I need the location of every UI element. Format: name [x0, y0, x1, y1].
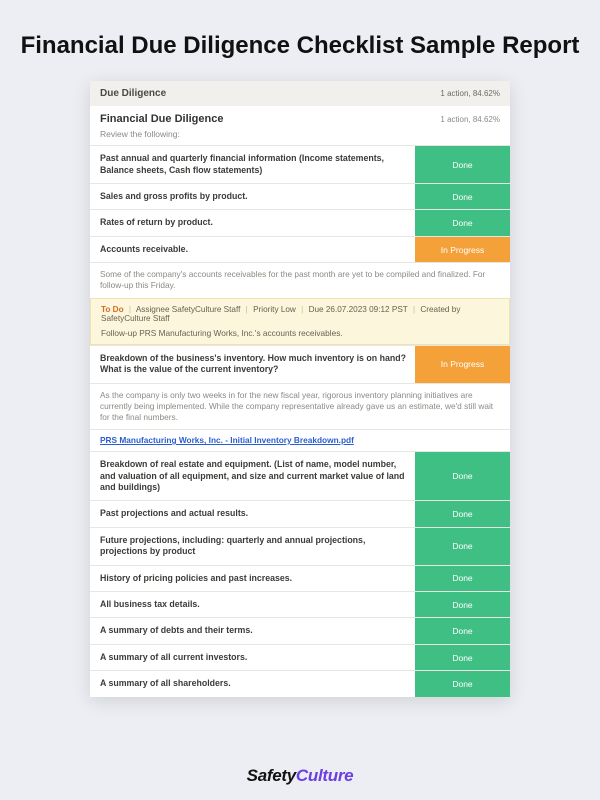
- footer: SafetyCulture: [247, 750, 354, 800]
- status-badge: Done: [415, 501, 510, 526]
- brand-logo: SafetyCulture: [247, 766, 354, 786]
- separator: |: [301, 305, 303, 314]
- checklist-row: A summary of all shareholders. Done: [90, 670, 510, 696]
- separator: |: [246, 305, 248, 314]
- action-card: To Do | Assignee SafetyCulture Staff | P…: [90, 298, 510, 345]
- report-card: Due Diligence 1 action, 84.62% Financial…: [90, 81, 510, 697]
- status-badge: Done: [415, 452, 510, 500]
- checklist-row: Rates of return by product. Done: [90, 209, 510, 235]
- checklist-label: A summary of all shareholders.: [90, 671, 415, 696]
- action-priority: Priority Low: [253, 305, 296, 314]
- section-title: Due Diligence: [100, 88, 166, 99]
- checklist-label: Rates of return by product.: [90, 210, 415, 235]
- checklist-label: Breakdown of the business's inventory. H…: [90, 346, 415, 383]
- checklist-row: A summary of all current investors. Done: [90, 644, 510, 670]
- status-badge: Done: [415, 528, 510, 565]
- checklist-label: Past annual and quarterly financial info…: [90, 146, 415, 183]
- status-badge: Done: [415, 210, 510, 235]
- checklist-row: Future projections, including: quarterly…: [90, 527, 510, 565]
- checklist-row: Past annual and quarterly financial info…: [90, 145, 510, 183]
- action-status: To Do: [101, 305, 124, 314]
- status-badge: In Progress: [415, 237, 510, 262]
- checklist-row: A summary of debts and their terms. Done: [90, 617, 510, 643]
- sub-meta: 1 action, 84.62%: [440, 115, 500, 124]
- checklist-label: Past projections and actual results.: [90, 501, 415, 526]
- section-header: Due Diligence 1 action, 84.62%: [90, 81, 510, 106]
- checklist-row: Breakdown of real estate and equipment. …: [90, 451, 510, 500]
- sub-header: Financial Due Diligence 1 action, 84.62%: [90, 106, 510, 127]
- checklist-label: Sales and gross profits by product.: [90, 184, 415, 209]
- separator: |: [129, 305, 131, 314]
- status-badge: Done: [415, 645, 510, 670]
- checklist-label: History of pricing policies and past inc…: [90, 566, 415, 591]
- status-badge: Done: [415, 592, 510, 617]
- status-badge: Done: [415, 184, 510, 209]
- action-assignee: Assignee SafetyCulture Staff: [136, 305, 241, 314]
- checklist-label: Accounts receivable.: [90, 237, 415, 262]
- status-badge: Done: [415, 618, 510, 643]
- status-badge: Done: [415, 671, 510, 696]
- attachment-link[interactable]: PRS Manufacturing Works, Inc. - Initial …: [100, 435, 354, 445]
- action-followup: Follow-up PRS Manufacturing Works, Inc.'…: [101, 328, 499, 338]
- checklist-label: Future projections, including: quarterly…: [90, 528, 415, 565]
- checklist-row: Accounts receivable. In Progress: [90, 236, 510, 262]
- status-badge: Done: [415, 566, 510, 591]
- checklist-label: A summary of debts and their terms.: [90, 618, 415, 643]
- inventory-note: As the company is only two weeks in for …: [90, 383, 510, 430]
- status-badge: Done: [415, 146, 510, 183]
- brand-safety: Safety: [247, 766, 296, 785]
- page-title: Financial Due Diligence Checklist Sample…: [21, 30, 580, 61]
- accounts-receivable-note: Some of the company's accounts receivabl…: [90, 262, 510, 297]
- checklist-row: All business tax details. Done: [90, 591, 510, 617]
- checklist-row: Breakdown of the business's inventory. H…: [90, 345, 510, 383]
- attachment-row: PRS Manufacturing Works, Inc. - Initial …: [90, 429, 510, 451]
- section-meta: 1 action, 84.62%: [440, 89, 500, 98]
- brand-culture: Culture: [296, 766, 353, 785]
- checklist-row: Sales and gross profits by product. Done: [90, 183, 510, 209]
- separator: |: [413, 305, 415, 314]
- checklist-label: A summary of all current investors.: [90, 645, 415, 670]
- checklist-label: Breakdown of real estate and equipment. …: [90, 452, 415, 500]
- sub-title: Financial Due Diligence: [100, 113, 223, 125]
- checklist-label: All business tax details.: [90, 592, 415, 617]
- status-badge: In Progress: [415, 346, 510, 383]
- action-due: Due 26.07.2023 09:12 PST: [309, 305, 408, 314]
- checklist-row: Past projections and actual results. Don…: [90, 500, 510, 526]
- review-label: Review the following:: [90, 127, 510, 145]
- checklist-row: History of pricing policies and past inc…: [90, 565, 510, 591]
